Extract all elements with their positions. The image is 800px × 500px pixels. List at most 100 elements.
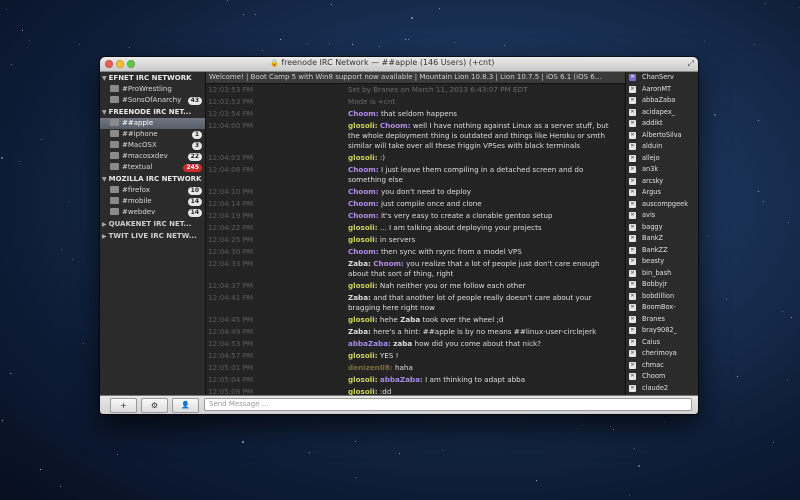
send-message-input[interactable] — [204, 398, 692, 411]
user-list-item[interactable]: ✕ claude2 — [626, 383, 698, 395]
user-list-item[interactable]: ✕ auscompgeek — [626, 199, 698, 211]
user-list-item[interactable]: ✕ Argus — [626, 187, 698, 199]
message-row: 12:05:04 PM glosoli: abbaZaba: I am think… — [206, 374, 624, 386]
user-list-item[interactable]: ✕ cherimoya — [626, 348, 698, 360]
user-list-item[interactable]: ✕ alduin — [626, 141, 698, 153]
network-name: QUAKENET IRC NET... — [108, 220, 192, 228]
channel-item[interactable]: #ProWrestling — [100, 84, 205, 95]
channel-name: #ProWrestling — [122, 85, 172, 93]
user-mode-icon: ✕ — [629, 327, 636, 334]
user-list-item[interactable]: ✕ an3k — [626, 164, 698, 176]
user-list-item[interactable]: ✕ beasty — [626, 256, 698, 268]
user-list-item[interactable]: ✕ abbaZaba — [626, 95, 698, 107]
message-text: took over the wheel ;d — [422, 315, 504, 324]
disclosure-open-icon[interactable]: ▼ — [102, 75, 107, 82]
star — [309, 452, 310, 453]
network-header[interactable]: ▶ QUAKENET IRC NET... — [100, 218, 205, 230]
channel-item[interactable]: #firefox 10 — [100, 185, 205, 196]
message-row: 12:04:00 PM glosoli: Choom: well I have n… — [206, 120, 624, 152]
user-list-item[interactable]: ✕ ChanServ — [626, 72, 698, 84]
user-mode-icon: ✕ — [629, 108, 636, 116]
minimize-button[interactable] — [116, 60, 124, 68]
channel-item[interactable]: ##iphone 1 — [100, 129, 205, 140]
network-header[interactable]: ▼ EFNET IRC NETWORK — [100, 72, 205, 84]
message-row: 12:04:22 PM glosoli: ... I am talking abo… — [206, 222, 624, 234]
network-header[interactable]: ▼ MOZILLA IRC NETWORK — [100, 173, 205, 185]
network-header[interactable]: ▼ FREENODE IRC NET... — [100, 106, 205, 118]
star — [629, 495, 630, 496]
message-log[interactable]: 12:03:53 PM Set by Branes on March 11, 20… — [206, 84, 624, 395]
star — [773, 442, 774, 443]
user-list-item[interactable]: ✕ allejo — [626, 153, 698, 165]
nickname: glosoli: — [348, 121, 378, 130]
user-name: Argus — [642, 188, 661, 196]
add-button[interactable]: + — [110, 398, 137, 413]
user-list: ✕ ChanServ ✕ AaronMT ✕ abbaZaba ✕ acidapex_ ✕ add… — [625, 72, 698, 395]
channel-item[interactable]: #mobile 14 — [100, 196, 205, 207]
channel-name: #webdev — [122, 208, 156, 216]
message-row: 12:04:03 PM glosoli: :) — [206, 152, 624, 164]
user-mode-icon: ✕ — [629, 246, 636, 254]
channel-item[interactable]: ##apple — [100, 118, 205, 129]
channel-item[interactable]: #MacOSX 3 — [100, 140, 205, 151]
disclosure-open-icon[interactable]: ▼ — [102, 109, 107, 116]
user-list-item[interactable]: ✕ addikt — [626, 118, 698, 130]
title-bar[interactable]: 🔒 freenode IRC Network — ##apple (146 Us… — [100, 57, 698, 72]
user-list-item[interactable]: ✕ BankZZ — [626, 245, 698, 257]
user-list-item[interactable]: ✕ AlbertoSilva — [626, 130, 698, 142]
user-list-item[interactable]: ✕ BankZ — [626, 233, 698, 245]
user-list-item[interactable]: ✕ Choom — [626, 371, 698, 383]
message-text: YES ! — [379, 351, 399, 360]
message-text: then sync with rsync from a model VPS — [380, 247, 522, 256]
nickname: Choom: — [348, 165, 379, 174]
star — [634, 448, 635, 449]
channel-item[interactable]: #textual 245 — [100, 162, 205, 173]
zoom-button[interactable] — [127, 60, 135, 68]
user-list-item[interactable]: ✕ Branes — [626, 314, 698, 326]
close-button[interactable] — [105, 60, 113, 68]
user-list-item[interactable]: ✕ bray9082_ — [626, 325, 698, 337]
star — [69, 201, 70, 202]
user-name: an3k — [642, 165, 659, 173]
disclosure-closed-icon[interactable]: ▶ — [102, 233, 107, 240]
message-text: you don't need to deploy — [380, 187, 471, 196]
user-list-item[interactable]: ✕ acidapex_ — [626, 107, 698, 119]
disclosure-open-icon[interactable]: ▼ — [102, 176, 107, 183]
message-row: 12:04:37 PM glosoli: Nah neither you or m… — [206, 280, 624, 292]
star — [536, 480, 537, 481]
settings-button[interactable]: ⚙ — [141, 398, 168, 413]
unread-count-badge: 14 — [187, 209, 202, 217]
timestamp: 12:04:37 PM — [208, 281, 254, 290]
nickname: glosoli: — [348, 315, 378, 324]
message-row: 12:05:01 PM denizen08: haha — [206, 362, 624, 374]
message-row: 12:04:33 PM Zaba: Choom: you realize that… — [206, 258, 624, 280]
user-list-item[interactable]: ✕ baggy — [626, 222, 698, 234]
user-button[interactable]: 👤 — [172, 398, 199, 413]
user-list-item[interactable]: ✕ bobdillion — [626, 291, 698, 303]
network-header[interactable]: ▶ TWIT LIVE IRC NETW... — [100, 230, 205, 242]
channel-item[interactable]: #webdev 14 — [100, 207, 205, 218]
star — [379, 46, 380, 47]
user-list-item[interactable]: ✕ arcsky — [626, 176, 698, 188]
star — [355, 441, 356, 442]
user-list-item[interactable]: ✕ chmac — [626, 360, 698, 372]
user-list-item[interactable]: ✕ Bobbyjr — [626, 279, 698, 291]
user-list-item[interactable]: ✕ Caius — [626, 337, 698, 349]
timestamp: 12:04:03 PM — [208, 153, 254, 162]
timestamp: 12:05:01 PM — [208, 363, 254, 372]
user-name: alduin — [642, 142, 663, 150]
user-list-item[interactable]: ✕ avis — [626, 210, 698, 222]
star — [2, 420, 3, 421]
channel-item[interactable]: #SonsOfAnarchy 43 — [100, 95, 205, 106]
user-list-item[interactable]: ✕ AaronMT — [626, 84, 698, 96]
network-name: MOZILLA IRC NETWORK — [108, 175, 202, 183]
message-row: 12:04:45 PM glosoli: hehe Zaba took over … — [206, 314, 624, 326]
channel-item[interactable]: #macosxdev 22 — [100, 151, 205, 162]
disclosure-closed-icon[interactable]: ▶ — [102, 221, 107, 228]
user-list-item[interactable]: ✕ BoomBox- — [626, 302, 698, 314]
user-list-item[interactable]: ✕ bin_bash — [626, 268, 698, 280]
fullscreen-icon[interactable]: ⤢ — [688, 59, 694, 69]
message-text: ... I am talking about deploying your pr… — [379, 223, 542, 232]
timestamp: 12:04:49 PM — [208, 327, 254, 336]
message-text: I am thinking to adapt abba — [425, 375, 526, 384]
